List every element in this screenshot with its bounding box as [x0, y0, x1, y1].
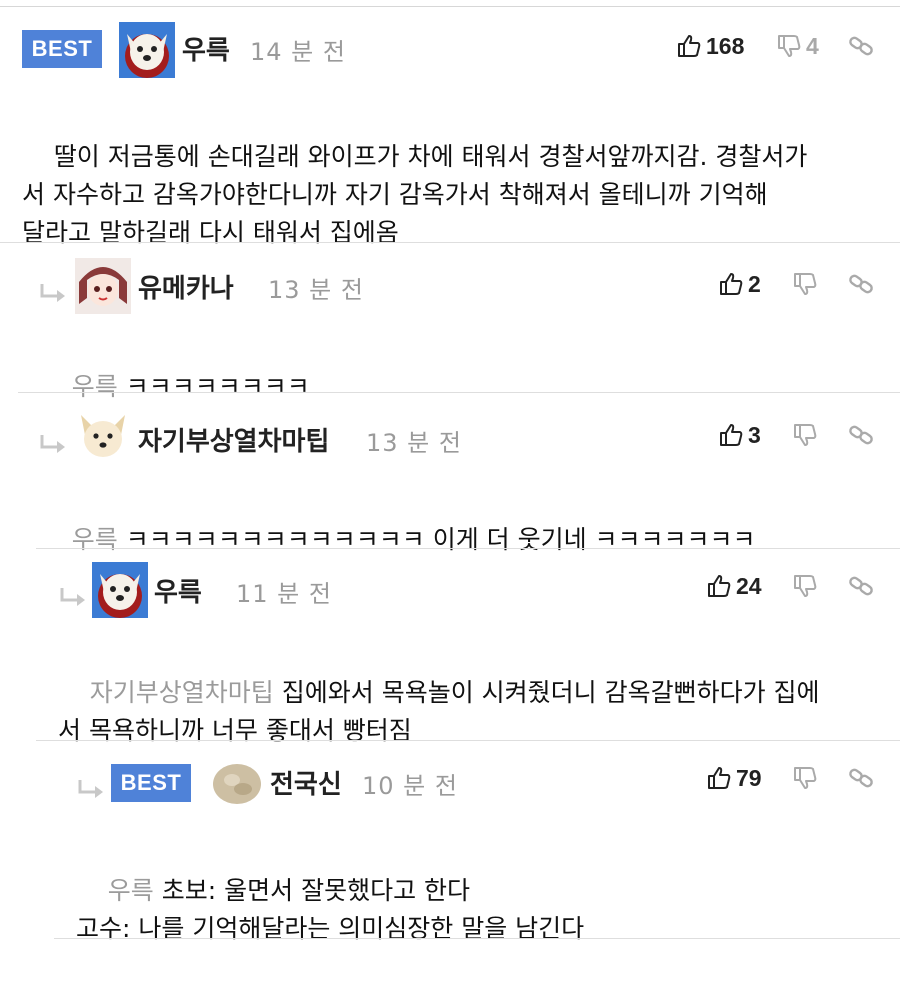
comment-author[interactable]: 우륵	[154, 572, 202, 609]
thumbs-down-icon	[792, 573, 818, 599]
like-button[interactable]: 79	[706, 758, 762, 798]
reply-arrow-icon	[38, 433, 68, 457]
link-button[interactable]	[848, 26, 874, 66]
like-button[interactable]: 2	[718, 264, 761, 304]
like-button[interactable]: 24	[706, 566, 762, 606]
link-button[interactable]	[848, 415, 874, 455]
dog-avatar-icon[interactable]	[92, 562, 148, 618]
comment-actions: 2	[718, 264, 878, 304]
best-badge: BEST	[111, 764, 191, 802]
thumbs-down-icon	[792, 422, 818, 448]
thumbs-up-icon	[676, 33, 702, 59]
dislike-count: 4	[806, 32, 819, 59]
dislike-button[interactable]	[792, 415, 818, 455]
comment-actions: 3	[718, 415, 878, 455]
mention: 우륵	[107, 876, 154, 905]
link-icon	[848, 271, 874, 297]
link-icon	[848, 33, 874, 59]
comment-time: 13 분 전	[268, 276, 364, 304]
comment-body: 우륵 초보: 울면서 잘못했다고 한다 고수: 나를 기억해달라는 의미심장한 …	[76, 834, 886, 986]
comment-time: 11 분 전	[236, 580, 332, 608]
comment-item: 유메카나 13 분 전 2 우륵 ㅋㅋㅋㅋㅋㅋㅋㅋ	[0, 254, 900, 401]
comment-divider	[36, 740, 900, 741]
comment-text: ㅋㅋㅋㅋㅋㅋㅋㅋㅋㅋㅋㅋㅋ 이게 더 웃기네 ㅋㅋㅋㅋㅋㅋㅋ	[125, 525, 756, 554]
dislike-button[interactable]	[792, 566, 818, 606]
like-count: 24	[736, 572, 762, 599]
thumbs-down-icon	[792, 271, 818, 297]
best-badge: BEST	[22, 30, 102, 68]
blob-avatar-icon[interactable]	[210, 758, 264, 808]
comment-item: BEST 전국신 10 분 전 79 우륵 초보: 울면서 잘못했다고 한다 고…	[0, 750, 900, 943]
dislike-button[interactable]: 4	[776, 26, 819, 66]
link-button[interactable]	[848, 264, 874, 304]
shiba-avatar-icon[interactable]	[75, 409, 131, 465]
comment-author[interactable]: 자기부상열차마팁	[138, 421, 329, 458]
comment-author[interactable]: 전국신	[270, 764, 342, 801]
comment-item: BEST 우륵 14 분 전 168 4 딸이 저금통에 손대길래 와이프가 차…	[0, 14, 900, 247]
comment-divider	[18, 392, 900, 393]
thumbs-up-icon	[718, 422, 744, 448]
top-divider	[0, 6, 900, 7]
comment-author[interactable]: 유메카나	[138, 268, 234, 305]
reply-arrow-icon	[58, 586, 88, 610]
thumbs-up-icon	[706, 765, 732, 791]
thumbs-up-icon	[718, 271, 744, 297]
link-button[interactable]	[848, 566, 874, 606]
comment-item: 자기부상열차마팁 13 분 전 3 우륵 ㅋㅋㅋㅋㅋㅋㅋㅋㅋㅋㅋㅋㅋ 이게 더 …	[0, 405, 900, 554]
comment-divider	[0, 242, 900, 243]
like-count: 79	[736, 764, 762, 791]
thumbs-down-icon	[792, 765, 818, 791]
like-button[interactable]: 168	[676, 26, 744, 66]
mention: 자기부상열차마팁	[89, 678, 274, 707]
link-icon	[848, 765, 874, 791]
like-count: 168	[706, 32, 745, 59]
comment-author[interactable]: 우륵	[182, 30, 230, 67]
thumbs-up-icon	[706, 573, 732, 599]
comment-time: 10 분 전	[362, 772, 458, 800]
comment-text: 딸이 저금통에 손대길래 와이프가 차에 태워서 경찰서앞까지감. 경찰서가 서…	[22, 142, 808, 247]
reply-arrow-icon	[76, 778, 106, 802]
comment-divider	[54, 938, 900, 939]
link-button[interactable]	[848, 758, 874, 798]
like-count: 3	[748, 421, 761, 448]
like-button[interactable]: 3	[718, 415, 761, 455]
reply-arrow-icon	[38, 282, 68, 306]
mention: 우륵	[71, 525, 118, 554]
anime-avatar-icon[interactable]	[75, 258, 131, 314]
link-icon	[848, 422, 874, 448]
link-icon	[848, 573, 874, 599]
comment-item: 우륵 11 분 전 24 자기부상열차마팁 집에와서 목욕놀이 시켜줬더니 감옥…	[0, 558, 900, 745]
like-count: 2	[748, 270, 761, 297]
comment-text: ㅋㅋㅋㅋㅋㅋㅋㅋ	[125, 372, 310, 401]
comment-actions: 168 4	[676, 26, 876, 66]
dislike-button[interactable]	[792, 758, 818, 798]
comment-time: 14 분 전	[250, 38, 346, 66]
mention: 우륵	[71, 372, 118, 401]
dog-avatar-icon[interactable]	[119, 22, 175, 78]
comment-time: 13 분 전	[366, 429, 462, 457]
comment-divider	[36, 548, 900, 549]
thumbs-down-icon	[776, 33, 802, 59]
comment-actions: 24	[706, 566, 878, 606]
comment-header: BEST 우륵 14 분 전 168 4	[0, 14, 900, 78]
comment-actions: 79	[706, 758, 878, 798]
dislike-button[interactable]	[792, 264, 818, 304]
